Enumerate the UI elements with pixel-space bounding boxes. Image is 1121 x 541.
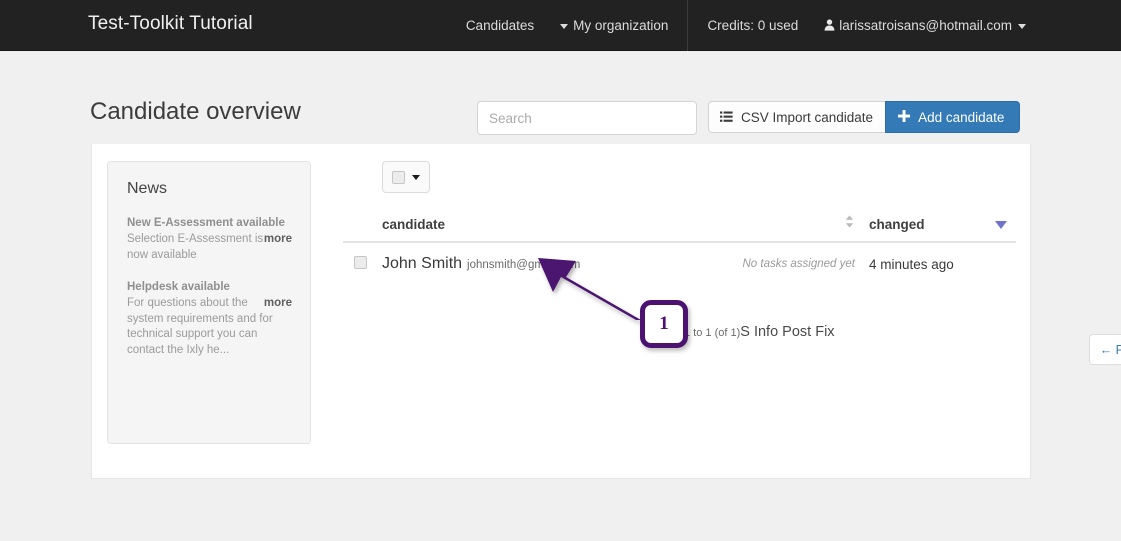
news-more-link[interactable]: more [264,232,292,248]
sort-updown-icon [845,215,854,231]
news-panel-title: News [127,180,292,198]
pagination-info: 1 to 1 (of 1)S Info Post Fix [684,324,835,340]
th-changed[interactable]: changed [869,216,1016,242]
table-footer: 1 to 1 (of 1)S Info Post Fix ← Previous … [594,323,1121,363]
candidate-email: johnsmith@gmail.com [467,259,580,271]
nav-item-credits[interactable]: Credits: 0 used [694,0,811,51]
checkbox-icon[interactable] [392,171,405,184]
top-navbar: Test-Toolkit Tutorial Candidates My orga… [0,0,1121,51]
pagination-previous-button[interactable]: ← Previous [1090,335,1121,364]
navbar-right-links: Candidates My organization Credits: 0 us… [453,0,1039,51]
add-candidate-label: Add candidate [918,110,1004,125]
changed-timestamp: 4 minutes ago [869,242,1016,286]
credits-label: Credits: 0 used [707,0,798,51]
news-panel: News New E-Assessment available more Sel… [107,161,311,444]
candidate-name[interactable]: John Smith [382,255,462,272]
candidate-table: candidate changed [343,216,1016,286]
plus-icon [898,110,910,125]
user-email-label: larissatroisans@hotmail.com [839,0,1012,51]
nav-item-candidates[interactable]: Candidates [453,0,547,51]
column-label-candidate: candidate [382,217,445,232]
news-item: Helpdesk available more For questions ab… [127,280,292,358]
caret-down-icon [1018,24,1026,29]
table-head: candidate changed [343,216,1016,242]
news-item: New E-Assessment available more Selectio… [127,216,292,263]
th-spacer [343,216,382,242]
news-item-body: more For questions about the system requ… [127,296,292,358]
news-item-body: more Selection E-Assessment is now avail… [127,232,292,263]
content-card: News New E-Assessment available more Sel… [91,144,1031,479]
th-sort-handle[interactable] [734,216,869,242]
navbar-divider [687,0,688,51]
news-item-body-text: Selection E-Assessment is now available [127,233,263,261]
add-candidate-button[interactable]: Add candidate [885,101,1020,133]
tasks-status: No tasks assigned yet [734,242,869,286]
candidate-table-area: candidate changed [343,161,1016,286]
nav-my-organization-label: My organization [573,0,668,51]
row-checkbox[interactable] [354,256,367,269]
caret-down-icon [560,24,568,29]
nav-candidates-label: Candidates [466,0,534,51]
pagination-controls: ← Previous 1 Next → [1089,334,1121,365]
search-input[interactable] [477,101,697,135]
list-icon [720,111,733,126]
pagination-info-count: 1 to 1 (of 1) [684,327,740,339]
csv-import-candidate-button[interactable]: CSV Import candidate [708,101,885,133]
brand-title[interactable]: Test-Toolkit Tutorial [88,13,253,35]
news-more-link[interactable]: more [264,296,292,312]
table-row[interactable]: John Smith johnsmith@gmail.com No tasks a… [343,242,1016,286]
news-item-body-text: For questions about the system requireme… [127,297,273,356]
bulk-select-dropdown[interactable] [382,161,430,193]
news-item-heading: New E-Assessment available [127,216,292,231]
nav-item-my-organization[interactable]: My organization [547,0,681,51]
user-icon [824,1,835,52]
news-item-heading: Helpdesk available [127,280,292,295]
page-title: Candidate overview [90,98,301,126]
nav-item-user-menu[interactable]: larissatroisans@hotmail.com [811,0,1039,51]
row-checkbox-cell [343,242,382,286]
pagination-info-postfix: S Info Post Fix [740,324,834,340]
table-body: John Smith johnsmith@gmail.com No tasks a… [343,242,1016,286]
candidate-cell: John Smith johnsmith@gmail.com [382,242,734,286]
th-candidate[interactable]: candidate [382,216,734,242]
caret-down-icon [412,175,420,180]
table-header-row: candidate changed [343,216,1016,242]
caret-down-icon [995,221,1007,229]
header-action-buttons: CSV Import candidate Add candidate [708,101,1020,133]
csv-import-label: CSV Import candidate [741,110,873,125]
column-label-changed: changed [869,217,925,232]
